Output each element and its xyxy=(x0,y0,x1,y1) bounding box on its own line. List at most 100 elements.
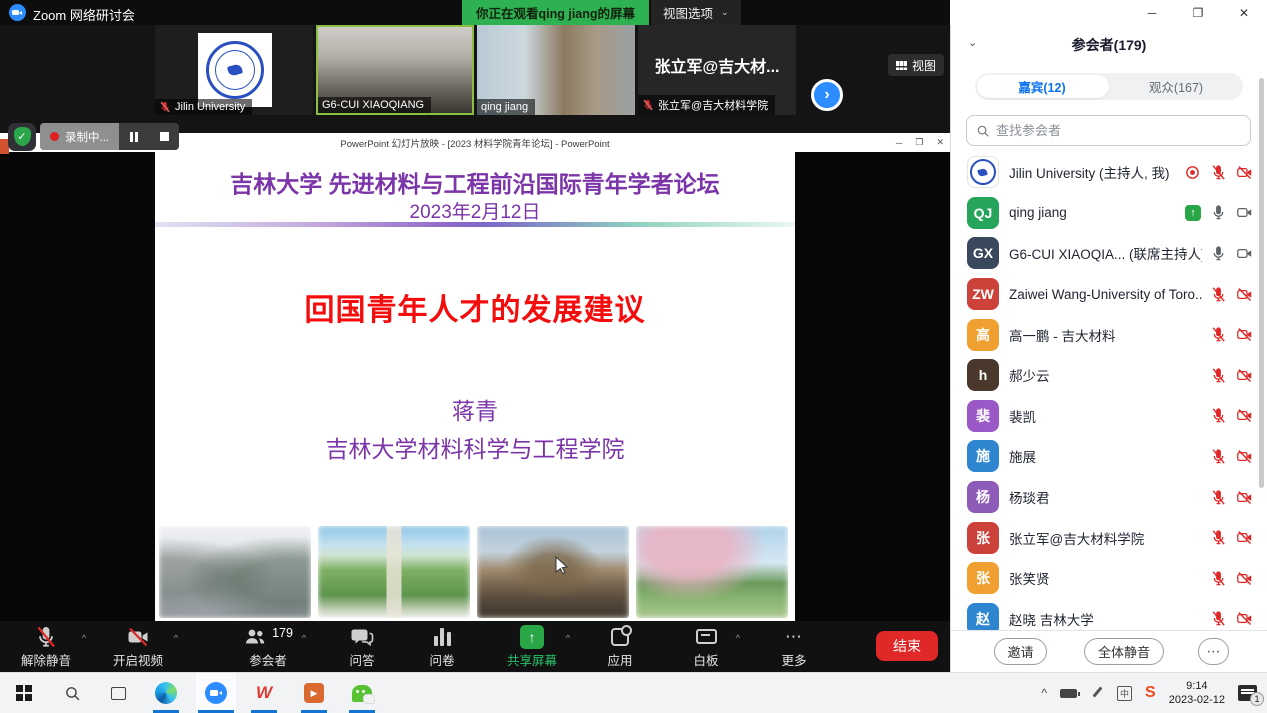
edge-browser-icon[interactable] xyxy=(146,673,186,713)
video-thumbnail-cui-xiaoqiang[interactable]: G6-CUI XIAOQIANG xyxy=(316,25,474,115)
end-meeting-button[interactable]: 结束 xyxy=(876,631,938,661)
camera-on-icon xyxy=(1236,245,1253,262)
search-icon xyxy=(64,685,81,702)
participant-row[interactable]: GX G6-CUI XIAOQIA... (联席主持人) xyxy=(951,233,1267,274)
participant-name: 裴凯 xyxy=(1009,406,1202,426)
battery-icon[interactable] xyxy=(1060,689,1077,698)
search-icon xyxy=(976,124,990,138)
share-screen-button[interactable]: ↑ 共享屏幕 ^ xyxy=(488,624,576,669)
more-button[interactable]: ⋯ 更多 xyxy=(762,624,826,669)
ppt-close-button[interactable]: ✕ xyxy=(936,137,944,148)
ppt-restore-button[interactable]: ❐ xyxy=(915,137,923,148)
avatar: 杨 xyxy=(967,481,999,513)
participants-panel: ⌄ 参会者(179) 嘉宾(12) 观众(167) Jilin Universi… xyxy=(950,25,1267,672)
participant-row[interactable]: h 郝少云 xyxy=(951,355,1267,396)
slide-affiliation: 吉林大学材料科学与工程学院 xyxy=(155,430,795,464)
taskbar-search-button[interactable] xyxy=(48,673,96,713)
participant-name: qing jiang xyxy=(1009,205,1177,220)
participant-row[interactable]: 赵 赵晓 吉林大学 xyxy=(951,599,1267,630)
maximize-button[interactable]: ❐ xyxy=(1175,0,1221,25)
video-strip: Jilin University G6-CUI XIAOQIANG qing j… xyxy=(0,25,950,133)
unmute-label: 解除静音 xyxy=(21,650,71,669)
task-view-button[interactable] xyxy=(96,673,140,713)
participant-video-name: Jilin University xyxy=(175,101,245,113)
wechat-icon[interactable] xyxy=(342,673,382,713)
qa-button[interactable]: 问答 xyxy=(330,624,394,669)
tab-attendees[interactable]: 观众(167) xyxy=(1109,73,1243,100)
stop-recording-button[interactable] xyxy=(149,123,179,150)
recording-indicator-icon xyxy=(1184,164,1201,181)
participants-button[interactable]: 179 参会者 ^ xyxy=(218,624,318,669)
avatar: 张 xyxy=(967,522,999,554)
titlebar-right: ─ ❐ ✕ xyxy=(950,0,1267,25)
start-video-button[interactable]: 开启视频 ^ xyxy=(96,624,180,669)
tray-expand-chevron[interactable]: ^ xyxy=(1041,686,1047,700)
apps-button[interactable]: 应用 xyxy=(588,624,652,669)
avatar: 施 xyxy=(967,440,999,472)
participant-row[interactable]: QJ qing jiang ↑ xyxy=(951,193,1267,234)
whiteboard-label: 白板 xyxy=(693,650,718,669)
next-page-arrow-button[interactable]: › xyxy=(811,79,843,111)
chevron-up-icon[interactable]: ^ xyxy=(302,633,306,643)
video-thumbnail-jilin-university[interactable]: Jilin University xyxy=(155,25,313,115)
video-thumbnail-zhang-lijun[interactable]: 张立军@吉大材... 张立军@吉大材料学院 xyxy=(638,25,796,115)
notification-center-icon[interactable]: 1 xyxy=(1238,685,1257,701)
mute-all-button[interactable]: 全体静音 xyxy=(1084,638,1164,665)
tab-panelists[interactable]: 嘉宾(12) xyxy=(975,73,1109,100)
participant-row[interactable]: 张 张立军@吉大材料学院 xyxy=(951,517,1267,558)
pen-icon[interactable] xyxy=(1090,686,1104,700)
app-title: Zoom 网络研讨会 xyxy=(33,5,135,24)
thumbnail-label: Jilin University xyxy=(155,99,252,115)
unmute-button[interactable]: 解除静音 ^ xyxy=(8,624,84,669)
mic-muted-icon xyxy=(1210,367,1227,384)
watching-screen-banner: 你正在观看qing jiang的屏幕 xyxy=(462,0,649,25)
security-shield-icon[interactable]: ✓ xyxy=(8,123,36,151)
participant-video-name: G6-CUI XIAOQIANG xyxy=(322,99,424,111)
participant-row[interactable]: 张 张笑贤 xyxy=(951,558,1267,599)
polls-bars-icon xyxy=(434,628,451,646)
search-participants-input[interactable] xyxy=(996,123,1241,138)
zoom-app-icon[interactable] xyxy=(196,673,236,713)
pause-recording-button[interactable] xyxy=(119,123,149,150)
wps-office-icon[interactable]: W xyxy=(244,673,284,713)
close-button[interactable]: ✕ xyxy=(1221,0,1267,25)
participant-row[interactable]: 杨 杨琰君 xyxy=(951,477,1267,518)
avatar: 赵 xyxy=(967,603,999,630)
screen-sharing-icon: ↑ xyxy=(1185,205,1201,221)
participant-name: 赵晓 吉林大学 xyxy=(1009,609,1202,629)
whiteboard-button[interactable]: 白板 ^ xyxy=(668,624,744,669)
panel-more-button[interactable]: ⋯ xyxy=(1198,638,1229,665)
participants-icon xyxy=(243,625,267,649)
invite-button[interactable]: 邀请 xyxy=(994,638,1047,665)
participant-name: 杨琰君 xyxy=(1009,487,1202,507)
participant-row[interactable]: 施 施展 xyxy=(951,436,1267,477)
mic-muted-icon xyxy=(1210,529,1227,546)
chevron-up-icon[interactable]: ^ xyxy=(736,633,740,643)
participant-row[interactable]: ZW Zaiwei Wang-University of Toro... xyxy=(951,274,1267,315)
chevron-up-icon[interactable]: ^ xyxy=(566,633,570,643)
panel-tabs: 嘉宾(12) 观众(167) xyxy=(975,73,1243,100)
taskbar-clock[interactable]: 9:14 2023-02-12 xyxy=(1169,679,1225,708)
minimize-button[interactable]: ─ xyxy=(1129,0,1175,25)
chevron-up-icon[interactable]: ^ xyxy=(82,633,86,643)
participant-row[interactable]: 高 高一鹏 - 吉大材料 xyxy=(951,314,1267,355)
start-button[interactable] xyxy=(0,673,48,713)
ime-indicator[interactable]: 中 xyxy=(1117,686,1132,701)
apps-label: 应用 xyxy=(607,650,632,669)
ppt-minimize-button[interactable]: ─ xyxy=(896,138,902,148)
share-screen-icon: ↑ xyxy=(520,625,544,649)
participant-row[interactable]: 裴 裴凯 xyxy=(951,396,1267,437)
camera-off-icon xyxy=(1236,448,1253,465)
avatar-jilin-logo xyxy=(967,156,999,188)
s-tray-app-icon[interactable]: S xyxy=(1145,684,1156,702)
view-layout-button[interactable]: 视图 xyxy=(888,54,944,76)
view-options-button[interactable]: 视图选项 ⌄ xyxy=(651,0,741,25)
panel-scrollbar[interactable] xyxy=(1259,78,1264,488)
video-thumbnail-qing-jiang[interactable]: qing jiang xyxy=(477,25,635,115)
participant-row[interactable]: Jilin University (主持人, 我) xyxy=(951,152,1267,193)
chevron-up-icon[interactable]: ^ xyxy=(174,633,178,643)
polls-button[interactable]: 问卷 xyxy=(410,624,474,669)
windows-taskbar: W ▶ ^ 中 S 9:14 2023-02-12 1 xyxy=(0,672,1267,713)
wps-presentation-icon[interactable]: ▶ xyxy=(294,673,334,713)
qa-label: 问答 xyxy=(349,650,374,669)
